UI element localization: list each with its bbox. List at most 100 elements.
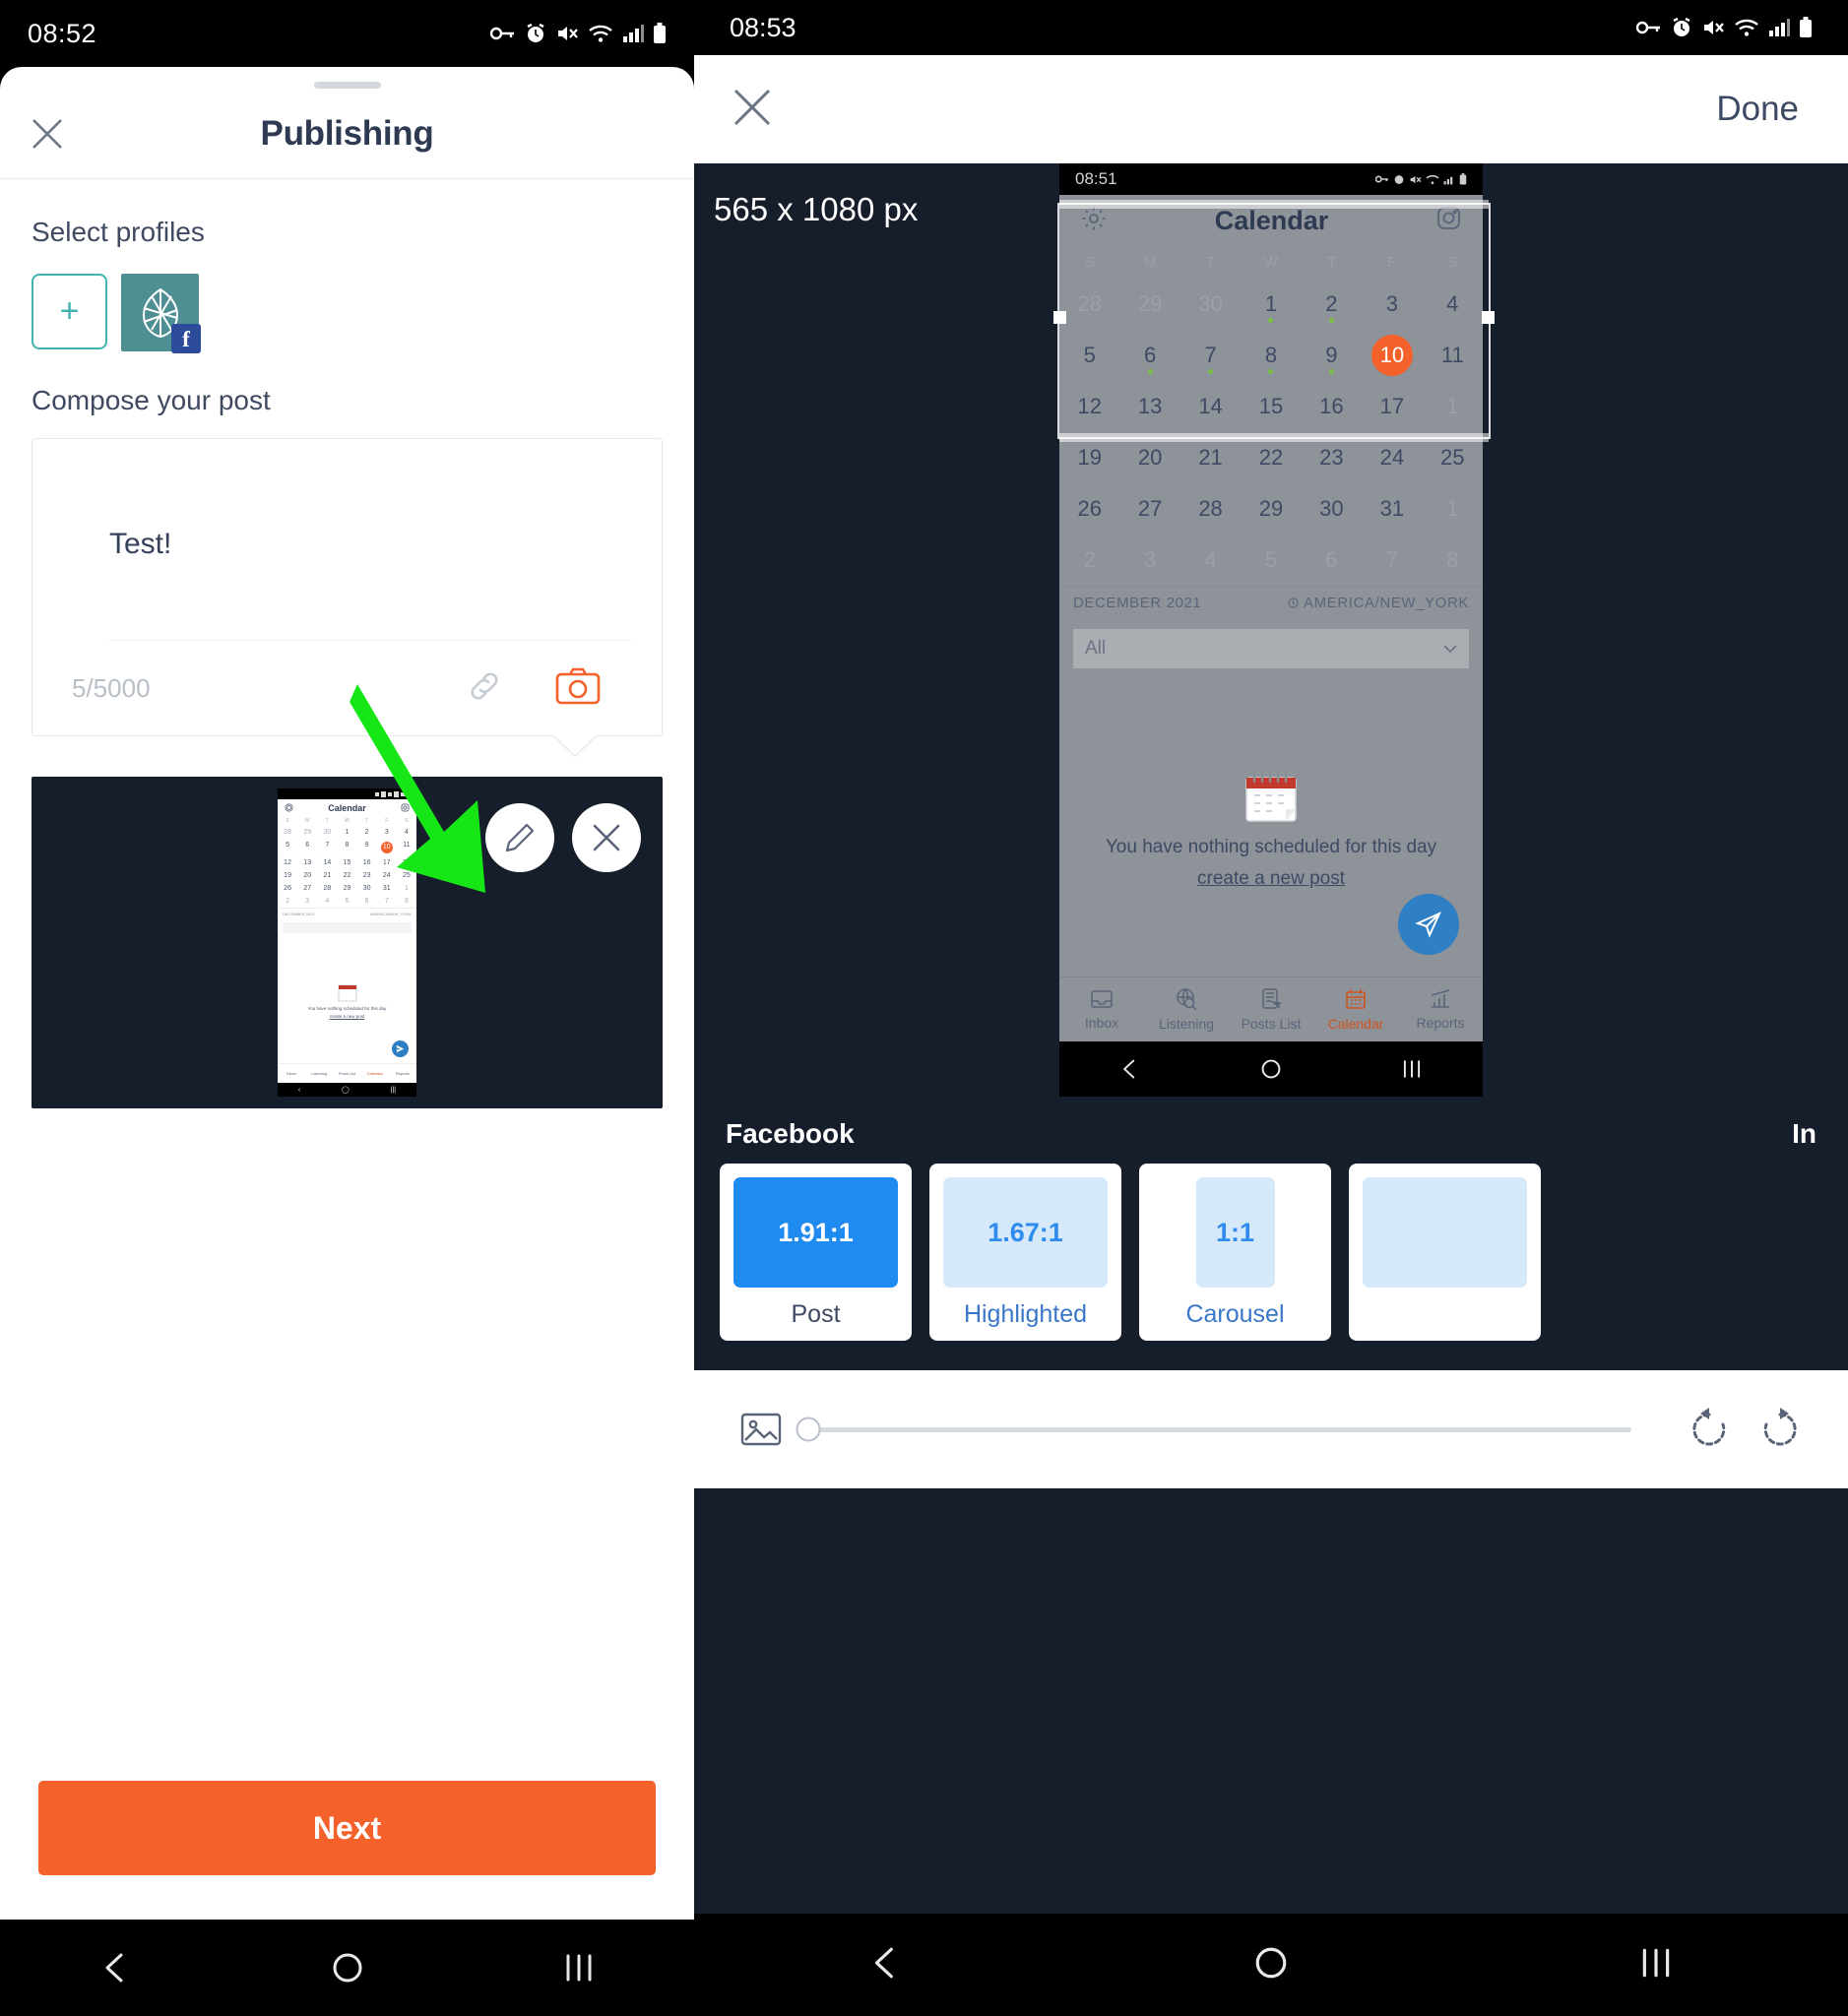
calendar-day-cell[interactable]: 24 <box>1362 432 1422 483</box>
calendar-day-cell[interactable]: 4 <box>1423 279 1483 330</box>
calendar-day-cell[interactable]: 5 <box>1241 535 1301 586</box>
ratio-card-more[interactable] <box>1349 1164 1541 1341</box>
editor-close-button[interactable] <box>732 87 773 133</box>
calendar-day-cell[interactable]: 29 <box>1241 483 1301 535</box>
calendar-day-cell[interactable]: 26 <box>1059 483 1119 535</box>
calendar-day-cell[interactable]: 8 <box>1241 330 1301 381</box>
bottom-nav-label: Posts List <box>1241 1015 1302 1032</box>
calendar-day-cell[interactable]: 16 <box>1302 381 1362 432</box>
link-button[interactable] <box>465 666 504 711</box>
add-profile-button[interactable]: + <box>32 274 107 349</box>
create-new-post-link[interactable]: create a new post <box>1197 868 1345 890</box>
calendar-day-cell[interactable]: 13 <box>1119 381 1179 432</box>
calendar-day-cell[interactable]: 28 <box>1059 279 1119 330</box>
nav-back-button[interactable] <box>868 1945 904 1985</box>
calendar-day-cell[interactable]: 6 <box>1302 535 1362 586</box>
nav-back-button[interactable] <box>57 1938 175 1997</box>
calendar-day-cell[interactable]: 3 <box>1119 535 1179 586</box>
gear-icon[interactable] <box>1081 206 1107 236</box>
calendar-day-cell[interactable]: 4 <box>1180 535 1241 586</box>
rotate-ccw-icon <box>1692 1408 1726 1446</box>
profile-avatar[interactable]: f <box>121 274 201 353</box>
media-thumbnail[interactable]: Calendar SMTWTFS 28 29 30 1 2 3 4 5 6 7 8 9 10 11 12… <box>278 788 416 1097</box>
camera-icon <box>555 667 601 704</box>
camera-button[interactable] <box>555 666 601 711</box>
bottom-nav-posts-list[interactable]: Posts List <box>1229 987 1313 1032</box>
image-crop-preview[interactable]: 08:51 Calendar S M T W T F S 28 29 30 1 … <box>1053 163 1495 1097</box>
zoom-slider-handle[interactable] <box>796 1417 821 1442</box>
calendar-day-cell[interactable]: 5 <box>1059 330 1119 381</box>
instagram-icon[interactable] <box>1436 206 1461 235</box>
recents-icon <box>1642 1948 1669 1977</box>
calendar-filter-select[interactable]: All <box>1073 629 1469 668</box>
next-button[interactable]: Next <box>38 1781 656 1875</box>
calendar-day-cell[interactable]: 7 <box>1180 330 1241 381</box>
calendar-day-cell[interactable]: 27 <box>1119 483 1179 535</box>
ratio-group-facebook-label: Facebook <box>726 1118 855 1149</box>
calendar-day-cell[interactable]: 10 <box>1362 330 1422 381</box>
calendar-day-cell[interactable]: 6 <box>1119 330 1179 381</box>
calendar-day-cell[interactable]: 20 <box>1119 432 1179 483</box>
page-title: Publishing <box>260 113 434 153</box>
calendar-day-cell[interactable]: 15 <box>1241 381 1301 432</box>
calendar-day-cell[interactable]: 1 <box>1423 381 1483 432</box>
calendar-day-cell[interactable]: 7 <box>1362 535 1422 586</box>
calendar-day-cell[interactable]: 12 <box>1059 381 1119 432</box>
event-dot-icon <box>1208 369 1214 374</box>
calendar-day-cell[interactable]: 29 <box>1119 279 1179 330</box>
remove-media-button[interactable] <box>572 803 641 872</box>
calendar-day-cell[interactable]: 1 <box>1241 279 1301 330</box>
calendar-illustration-icon <box>1245 772 1297 822</box>
back-icon <box>1122 1059 1134 1079</box>
right-phone-panel: 08:53 Done 565 x 1080 px 08:51 Calendar … <box>694 0 1848 2016</box>
bottom-nav-inbox[interactable]: Inbox <box>1059 989 1144 1031</box>
ratio-swatch: 1.67:1 <box>943 1177 1108 1288</box>
bottom-nav-listening[interactable]: Listening <box>1144 987 1229 1032</box>
calendar-day-cell[interactable]: 22 <box>1241 432 1301 483</box>
calendar-day-cell[interactable]: 30 <box>1180 279 1241 330</box>
rotate-right-button[interactable] <box>1757 1407 1803 1452</box>
calendar-day-cell[interactable]: 11 <box>1423 330 1483 381</box>
nav-recents-button[interactable] <box>520 1938 638 1997</box>
sheet-grabber[interactable] <box>313 82 381 89</box>
home-icon <box>1255 1947 1287 1978</box>
alarm-icon <box>1394 175 1404 184</box>
calendar-day-cell[interactable]: 17 <box>1362 381 1422 432</box>
nav-home-button[interactable] <box>288 1938 407 1997</box>
calendar-day-cell[interactable]: 19 <box>1059 432 1119 483</box>
calendar-day-cell[interactable]: 28 <box>1180 483 1241 535</box>
compose-textarea[interactable]: Test! <box>32 439 662 640</box>
calendar-day-cell[interactable]: 2 <box>1059 535 1119 586</box>
calendar-day-cell[interactable]: 14 <box>1180 381 1241 432</box>
rotate-left-button[interactable] <box>1687 1407 1732 1452</box>
image-button[interactable] <box>739 1410 783 1449</box>
done-button[interactable]: Done <box>1716 90 1799 129</box>
calendar-day-cell[interactable]: 8 <box>1423 535 1483 586</box>
media-preview-card: Calendar SMTWTFS 28 29 30 1 2 3 4 5 6 7 8 9 10 11 12… <box>32 777 663 1108</box>
bottom-nav-calendar[interactable]: Calendar <box>1313 988 1398 1032</box>
battery-icon <box>1800 17 1812 37</box>
weekday-header: T <box>1326 254 1336 271</box>
zoom-slider[interactable] <box>796 1417 1631 1442</box>
edit-media-button[interactable] <box>485 803 554 872</box>
ratio-swatch <box>1363 1177 1527 1288</box>
calendar-day-cell[interactable]: 9 <box>1302 330 1362 381</box>
calendar-day-cell[interactable]: 23 <box>1302 432 1362 483</box>
nav-home-button[interactable] <box>1253 1945 1289 1985</box>
close-button[interactable] <box>28 114 67 154</box>
ratio-card-highlighted[interactable]: 1.67:1 Highlighted <box>929 1164 1121 1341</box>
calendar-day-cell[interactable]: 3 <box>1362 279 1422 330</box>
compose-footer: 5/5000 <box>32 641 662 735</box>
calendar-day-cell[interactable]: 31 <box>1362 483 1422 535</box>
nav-recents-button[interactable] <box>1638 1945 1674 1985</box>
calendar-day-cell[interactable]: 30 <box>1302 483 1362 535</box>
ratio-card-post[interactable]: 1.91:1 Post <box>720 1164 912 1341</box>
event-dot-icon <box>1268 369 1274 374</box>
bottom-nav-reports[interactable]: Reports <box>1398 988 1483 1031</box>
calendar-day-cell[interactable]: 2 <box>1302 279 1362 330</box>
calendar-day-cell[interactable]: 1 <box>1423 483 1483 535</box>
calendar-day-cell[interactable]: 25 <box>1423 432 1483 483</box>
compose-fab-button[interactable] <box>1398 894 1459 955</box>
calendar-day-cell[interactable]: 21 <box>1180 432 1241 483</box>
ratio-card-carousel[interactable]: 1:1 Carousel <box>1139 1164 1331 1341</box>
